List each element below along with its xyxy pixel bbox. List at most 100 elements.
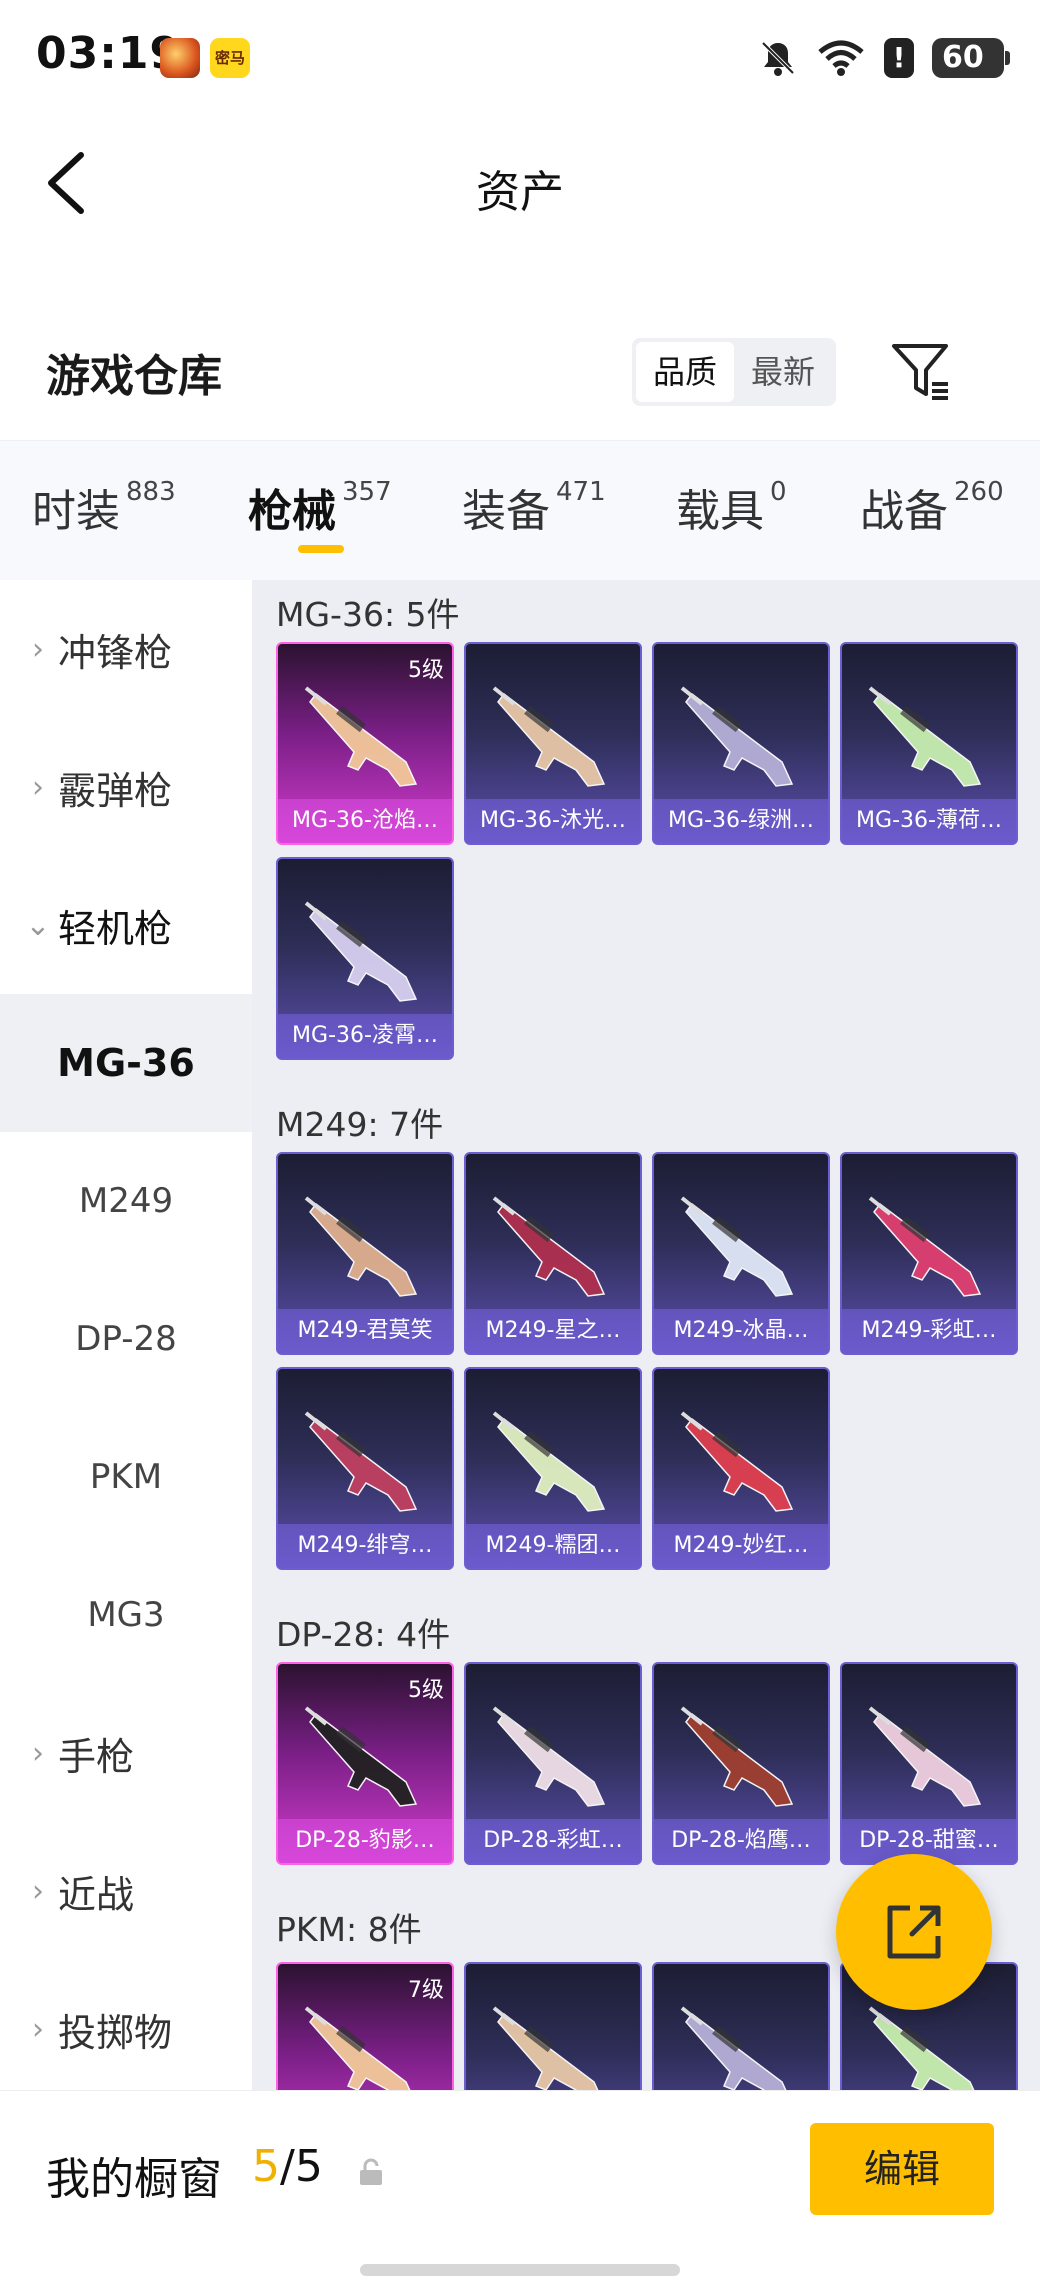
tab-fashion[interactable]: 时装 883 [32,475,176,539]
sidebar-sub-mg3[interactable]: MG3 [0,1546,252,1684]
tab-vehicles[interactable]: 载具 0 [676,475,787,539]
status-icons: ! 60 [758,36,1010,80]
weapon-card[interactable]: M249-绯穹… [276,1367,454,1570]
weapon-skin-icon [680,1196,794,1297]
weapon-name: DP-28-焰鹰… [654,1819,828,1863]
weapon-card[interactable]: M249-妙红… [652,1367,830,1570]
tab-equipment[interactable]: 装备 471 [462,475,606,539]
tab-label: 载具 [676,486,764,537]
tab-count: 260 [954,477,1004,507]
sidebar-item-melee[interactable]: › 近战 [0,1822,252,1960]
sidebar-item-label: 近战 [58,1872,135,1917]
sidebar-sub-m249[interactable]: M249 [0,1132,252,1270]
sidebar-item-lmg[interactable]: ⌄ 轻机枪 [0,856,252,994]
weapon-card[interactable]: MG-36-薄荷… [840,642,1018,845]
weapon-name: M249-绯穹… [278,1524,452,1568]
sidebar-item-shotgun[interactable]: › 霰弹枪 [0,718,252,856]
sidebar-item-label: 冲锋枪 [58,630,173,675]
group-title: PKM: 8件 [276,1910,422,1949]
tab-label: 战备 [860,486,948,537]
tab-supplies[interactable]: 战备 260 [860,475,1004,539]
weapon-card[interactable]: 5级 MG-36-沧焰… [276,642,454,845]
sidebar-item-smg[interactable]: › 冲锋枪 [0,580,252,718]
showcase-current: 5 [252,2141,280,2192]
weapon-card[interactable]: MG-36-绿洲… [652,642,830,845]
weapon-skin-icon [304,2006,411,2090]
weapon-card[interactable]: M249-星之… [464,1152,642,1355]
chevron-right-icon: › [32,631,44,667]
weapon-card[interactable]: DP-28-焰鹰… [652,1662,830,1865]
tab-label: 装备 [462,486,550,537]
weapon-card[interactable]: 5级 DP-28-豹影… [276,1662,454,1865]
active-tab-indicator [298,545,344,553]
edit-button[interactable]: 编辑 [810,2123,994,2215]
weapon-name: M249-冰晶… [654,1309,828,1353]
weapon-card[interactable] [464,1962,642,2090]
chevron-right-icon: › [32,769,44,805]
group-title: M249: 7件 [276,1105,444,1144]
weapon-name: M249-星之… [466,1309,640,1353]
game-app-icon [160,38,200,78]
weapon-skin-icon [868,1706,982,1807]
weapon-skin-icon [680,1411,794,1512]
sidebar-item-throwable[interactable]: › 投掷物 [0,1960,252,2098]
weapon-name: M249-彩虹… [842,1309,1016,1353]
chevron-right-icon: › [32,1873,44,1909]
weapon-name: MG-36-沐光… [466,799,640,843]
showcase-count: 5/5 [252,2141,323,2192]
weapon-skin-icon [868,686,982,787]
bell-off-icon [761,41,795,76]
level-badge: 5级 [408,658,444,683]
weapon-skin-icon [304,1196,418,1297]
level-badge: 7级 [408,1978,444,2003]
group-title: MG-36: 5件 [276,595,460,634]
weapon-card[interactable]: 7级 [276,1962,454,2090]
tab-label: 枪械 [248,486,336,537]
sidebar-item-label: 投掷物 [58,2010,173,2055]
weapon-name: DP-28-彩虹… [466,1819,640,1863]
weapon-card[interactable]: DP-28-甜蜜… [840,1662,1018,1865]
wifi-icon [818,40,864,76]
share-button[interactable] [836,1854,992,2010]
filter-icon [892,344,948,400]
chevron-right-icon: › [32,1735,44,1771]
showcase-total: /5 [280,2141,323,2192]
sidebar-sub-mg36[interactable]: MG-36 [0,994,252,1132]
weapon-card[interactable]: M249-君莫笑 [276,1152,454,1355]
weapon-skin-icon [492,686,606,787]
weapon-name: M249-君莫笑 [278,1309,452,1353]
weapon-card[interactable]: DP-28-彩虹… [464,1662,642,1865]
weapon-skin-icon [680,686,794,787]
weapon-card[interactable]: M249-糯团… [464,1367,642,1570]
status-bar: 03:19 密马 ! 60 [0,0,1040,118]
top-bar: 资产 [0,118,1040,248]
sort-quality-option[interactable]: 品质 [636,342,734,402]
weapon-skin-icon [304,901,418,1002]
weapon-name: M249-糯团… [466,1524,640,1568]
weapon-skin-icon [680,2006,787,2090]
weapon-card[interactable]: M249-彩虹… [840,1152,1018,1355]
weapon-card[interactable]: MG-36-沐光… [464,642,642,845]
weapon-name: MG-36-凌霄… [278,1014,452,1058]
tab-count: 883 [126,477,176,507]
weapon-card[interactable]: M249-冰晶… [652,1152,830,1355]
sidebar-sub-pkm[interactable]: PKM [0,1408,252,1546]
weapon-card[interactable]: MG-36-凌霄… [276,857,454,1060]
filter-button[interactable] [888,338,954,404]
sidebar-item-label: 霰弹枪 [58,768,173,813]
sort-newest-option[interactable]: 最新 [734,342,832,402]
warehouse-title: 游戏仓库 [46,351,222,402]
weapon-card[interactable] [652,1962,830,2090]
weapon-skin-icon [492,1706,606,1807]
weapon-name: DP-28-豹影… [278,1819,452,1863]
weapon-name: M249-妙红… [654,1524,828,1568]
home-indicator[interactable] [360,2264,680,2276]
sidebar-sub-dp28[interactable]: DP-28 [0,1270,252,1408]
sidebar-item-pistol[interactable]: › 手枪 [0,1684,252,1822]
alert-icon: ! [884,38,914,78]
tab-guns[interactable]: 枪械 357 [248,475,392,539]
battery-icon: 60 [932,38,1010,78]
weapon-name: MG-36-薄荷… [842,799,1016,843]
weapon-skin-icon [680,1706,794,1807]
chevron-down-icon: ⌄ [25,907,51,943]
